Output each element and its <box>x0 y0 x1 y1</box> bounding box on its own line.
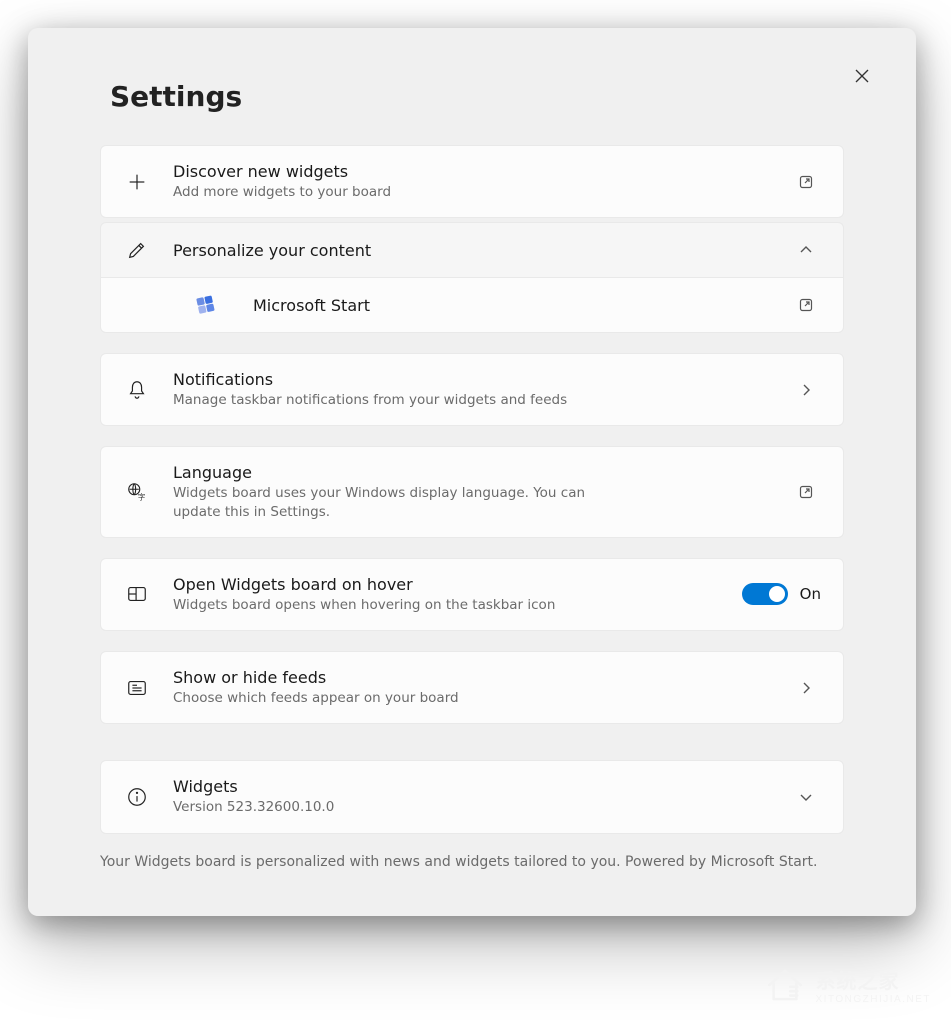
open-external-icon <box>791 297 821 313</box>
svg-text:字: 字 <box>138 492 145 501</box>
pencil-icon <box>123 239 151 261</box>
page-title: Settings <box>110 80 864 113</box>
watermark-main: 系统之家 <box>816 965 932 994</box>
open-external-icon <box>791 174 821 190</box>
plus-icon <box>123 171 151 193</box>
close-icon <box>854 68 870 84</box>
microsoft-start-icon <box>195 294 217 316</box>
language-row[interactable]: 字 Language Widgets board uses your Windo… <box>100 446 844 537</box>
hover-toggle[interactable] <box>742 583 788 605</box>
row-subtitle: Widgets board opens when hovering on the… <box>173 596 720 614</box>
row-title: Personalize your content <box>173 241 769 260</box>
row-title: Language <box>173 463 769 482</box>
chevron-right-icon <box>791 382 821 398</box>
microsoft-start-row[interactable]: Microsoft Start <box>100 277 844 333</box>
watermark-sub: XITONGZHIJIA.NET <box>816 994 932 1005</box>
row-title: Microsoft Start <box>253 296 769 315</box>
row-title: Open Widgets board on hover <box>173 575 720 594</box>
chevron-right-icon <box>791 680 821 696</box>
discover-widgets-row[interactable]: Discover new widgets Add more widgets to… <box>100 145 844 218</box>
row-subtitle: Version 523.32600.10.0 <box>173 798 769 816</box>
about-widgets-row[interactable]: Widgets Version 523.32600.10.0 <box>100 760 844 833</box>
hover-toggle-label: On <box>800 585 821 603</box>
bell-icon <box>123 379 151 401</box>
row-title: Show or hide feeds <box>173 668 769 687</box>
close-button[interactable] <box>846 60 878 92</box>
row-title: Widgets <box>173 777 769 796</box>
row-subtitle: Choose which feeds appear on your board <box>173 689 769 707</box>
footer-note: Your Widgets board is personalized with … <box>100 854 844 870</box>
chevron-down-icon <box>791 789 821 805</box>
notifications-row[interactable]: Notifications Manage taskbar notificatio… <box>100 353 844 426</box>
open-external-icon <box>791 484 821 500</box>
row-title: Notifications <box>173 370 769 389</box>
row-subtitle: Widgets board uses your Windows display … <box>173 484 613 520</box>
open-on-hover-row: Open Widgets board on hover Widgets boar… <box>100 558 844 631</box>
watermark-house-icon <box>764 964 806 1006</box>
row-title: Discover new widgets <box>173 162 769 181</box>
board-icon <box>123 583 151 605</box>
show-hide-feeds-row[interactable]: Show or hide feeds Choose which feeds ap… <box>100 651 844 724</box>
watermark: 系统之家 XITONGZHIJIA.NET <box>764 964 932 1006</box>
info-icon <box>123 786 151 808</box>
chevron-up-icon <box>791 242 821 258</box>
row-subtitle: Manage taskbar notifications from your w… <box>173 391 769 409</box>
settings-list: Discover new widgets Add more widgets to… <box>100 145 844 834</box>
personalize-content-row[interactable]: Personalize your content <box>100 222 844 277</box>
feeds-icon <box>123 677 151 699</box>
language-icon: 字 <box>123 481 151 503</box>
settings-panel: Settings Discover new widgets Add more w… <box>28 28 916 916</box>
row-subtitle: Add more widgets to your board <box>173 183 769 201</box>
